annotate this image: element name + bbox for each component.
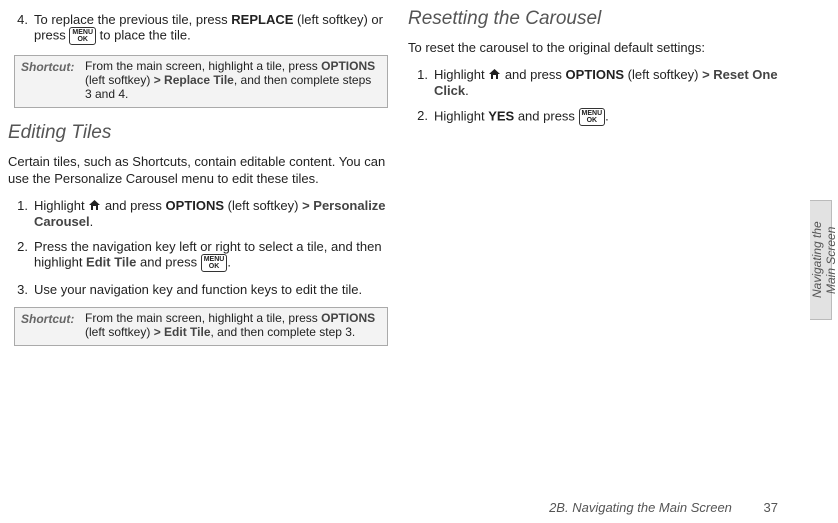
home-icon	[88, 199, 101, 214]
options-label: OPTIONS	[321, 311, 375, 325]
footer-section: 2B. Navigating the Main Screen	[549, 500, 732, 515]
step-number: 3.	[8, 282, 34, 297]
shortcut-box-1: Shortcut: From the main screen, highligh…	[14, 55, 388, 108]
text: Highlight	[434, 67, 488, 82]
text: From the main screen, highlight a tile, …	[85, 311, 321, 325]
step-text: Highlight and press OPTIONS (left softke…	[434, 67, 788, 98]
page-number: 37	[764, 500, 778, 515]
text: and press	[501, 67, 565, 82]
shortcut-box-2: Shortcut: From the main screen, highligh…	[14, 307, 388, 346]
step-2: 2. Press the navigation key left or righ…	[8, 239, 388, 272]
step-text: Use your navigation key and function key…	[34, 282, 388, 297]
step-number: 2.	[8, 239, 34, 272]
text: .	[90, 214, 94, 229]
step-text: Press the navigation key left or right t…	[34, 239, 388, 272]
gt-icon: >	[154, 73, 161, 87]
step-3: 3. Use your navigation key and function …	[8, 282, 388, 297]
text: , and then complete step 3.	[211, 325, 356, 339]
paragraph: Certain tiles, such as Shortcuts, contai…	[8, 154, 388, 188]
step-number: 2.	[408, 108, 434, 126]
text: and press	[136, 254, 200, 269]
options-label: OPTIONS	[166, 198, 225, 213]
text: (left softkey)	[85, 73, 154, 87]
text: Highlight	[34, 198, 88, 213]
replace-label: REPLACE	[231, 12, 293, 27]
gt-icon: >	[302, 198, 310, 213]
text: .	[227, 254, 231, 269]
step-2: 2. Highlight YES and press MENUOK.	[408, 108, 788, 126]
text: and press	[101, 198, 165, 213]
shortcut-body: From the main screen, highlight a tile, …	[85, 59, 381, 101]
menu-ok-key-icon: MENUOK	[201, 254, 228, 272]
step-1: 1. Highlight and press OPTIONS (left sof…	[408, 67, 788, 98]
text: To replace the previous tile, press	[34, 12, 231, 27]
text: .	[465, 83, 469, 98]
side-tab: Navigating the Main Screen	[810, 200, 832, 320]
text: to place the tile.	[96, 27, 191, 42]
shortcut-label: Shortcut:	[21, 312, 74, 326]
step-number: 4.	[8, 12, 34, 45]
text: (left softkey)	[624, 67, 702, 82]
text: (left softkey)	[224, 198, 302, 213]
intro-text: To reset the carousel to the original de…	[408, 40, 788, 57]
step-1: 1. Highlight and press OPTIONS (left sof…	[8, 198, 388, 229]
menu-ok-key-icon: MENUOK	[69, 27, 96, 45]
text: Highlight	[434, 108, 488, 123]
text: From the main screen, highlight a tile, …	[85, 59, 321, 73]
step-number: 1.	[8, 198, 34, 229]
heading-resetting-carousel: Resetting the Carousel	[408, 8, 788, 30]
gt-icon: >	[154, 325, 161, 339]
step-text: Highlight and press OPTIONS (left softke…	[34, 198, 388, 229]
text: and press	[514, 108, 578, 123]
options-label: OPTIONS	[566, 67, 625, 82]
shortcut-label: Shortcut:	[21, 60, 74, 74]
text: .	[605, 108, 609, 123]
step-4: 4. To replace the previous tile, press R…	[8, 12, 388, 45]
footer: 2B. Navigating the Main Screen 37	[549, 500, 778, 515]
edit-tile-label: Edit Tile	[161, 325, 211, 339]
shortcut-body: From the main screen, highlight a tile, …	[85, 311, 381, 339]
replace-tile-label: Replace Tile	[161, 73, 234, 87]
home-icon	[488, 68, 501, 83]
text: (left softkey)	[85, 325, 154, 339]
menu-ok-key-icon: MENUOK	[579, 108, 606, 126]
yes-label: YES	[488, 108, 514, 123]
gt-icon: >	[702, 67, 710, 82]
edit-tile-label: Edit Tile	[86, 254, 136, 269]
heading-editing-tiles: Editing Tiles	[8, 122, 388, 144]
options-label: OPTIONS	[321, 59, 375, 73]
step-number: 1.	[408, 67, 434, 98]
step-text: Highlight YES and press MENUOK.	[434, 108, 788, 126]
step-text: To replace the previous tile, press REPL…	[34, 12, 388, 45]
